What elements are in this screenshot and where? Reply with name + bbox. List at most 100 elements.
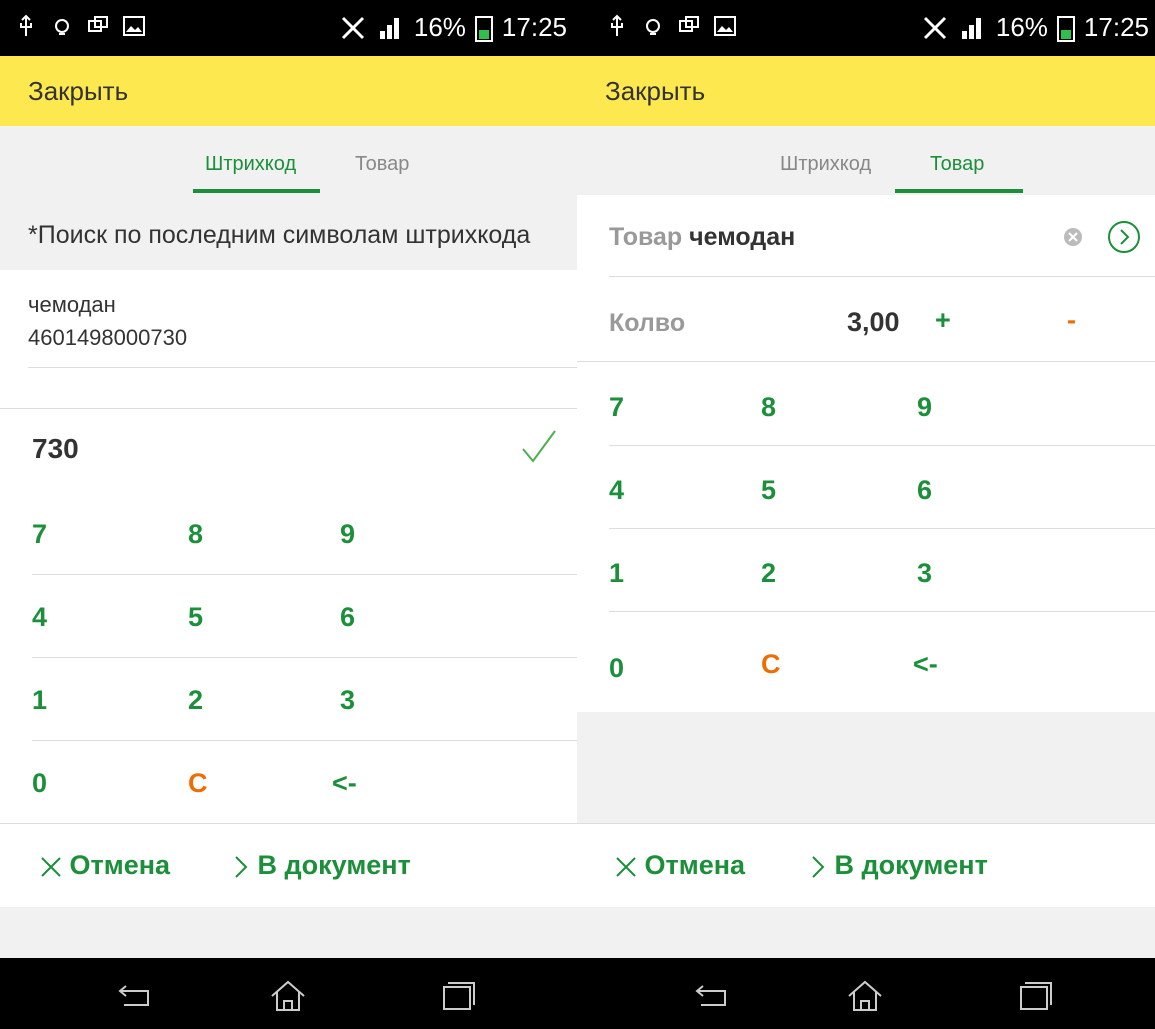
empty-area (577, 712, 1155, 823)
battery-percent: 16% (413, 12, 466, 42)
bulb-icon (55, 19, 69, 35)
key-9[interactable]: 9 (340, 519, 355, 550)
chevron-circle-right-icon[interactable] (1107, 220, 1141, 254)
key-3[interactable]: 3 (340, 685, 355, 716)
divider (28, 367, 577, 368)
key-2[interactable]: 2 (188, 685, 203, 716)
close-button[interactable]: Закрыть (28, 76, 128, 107)
top-bar: Закрыть (577, 56, 1155, 126)
barcode-input-value: 730 (32, 433, 79, 464)
key-0[interactable]: 0 (609, 653, 624, 684)
recent-apps-icon[interactable] (1015, 978, 1055, 1012)
active-tab-indicator (895, 189, 1023, 193)
check-icon[interactable] (519, 427, 559, 467)
image-icon (714, 16, 736, 36)
key-1[interactable]: 1 (32, 685, 47, 716)
tab-product[interactable]: Товар (355, 153, 409, 176)
back-icon[interactable] (693, 978, 733, 1012)
signal-icon (379, 17, 399, 39)
status-bar: 16% 17:25 (0, 0, 577, 56)
result-barcode: 4601498000730 (28, 325, 188, 350)
usb-icon (20, 14, 32, 36)
to-document-button[interactable]: В документ (809, 850, 988, 881)
recent-apps-icon[interactable] (438, 978, 478, 1012)
hint-text: *Поиск по последним символам штрихкода (28, 221, 531, 249)
key-5[interactable]: 5 (761, 475, 776, 506)
product-label: Товар чемодан (609, 223, 795, 252)
keypad-row: 7 8 9 (609, 362, 1155, 446)
status-bar: 16% 17:25 (577, 0, 1155, 56)
close-icon (41, 857, 61, 877)
key-9[interactable]: 9 (917, 392, 932, 423)
vibrate-off-icon (923, 16, 946, 39)
clear-icon[interactable] (1063, 227, 1083, 247)
product-value: чемодан (689, 223, 796, 251)
cancel-button[interactable]: Отмена (40, 850, 170, 881)
search-hint: *Поиск по последним символам штрихкода (0, 195, 577, 270)
clock: 17:25 (501, 12, 567, 42)
barcode-input-row[interactable]: 730 (0, 408, 577, 492)
cancel-label: Отмена (69, 850, 171, 880)
footer-spacer (0, 907, 577, 958)
top-bar: Закрыть (0, 56, 577, 126)
tab-product[interactable]: Товар (930, 153, 984, 176)
clock: 17:25 (1083, 12, 1149, 42)
key-clear[interactable]: C (188, 768, 208, 799)
key-6[interactable]: 6 (340, 602, 355, 633)
tab-barcode[interactable]: Штрихкод (205, 153, 296, 176)
status-icons-left (605, 14, 737, 38)
action-bar: Отмена В документ (577, 823, 1155, 909)
product-field[interactable]: Товар чемодан (577, 195, 1155, 277)
quantity-plus-button[interactable]: + (935, 305, 951, 336)
back-icon[interactable] (116, 978, 156, 1012)
quantity-value[interactable]: 3,00 (847, 307, 900, 338)
keypad-row: 4 5 6 (32, 574, 577, 658)
to-document-button[interactable]: В документ (232, 850, 411, 881)
keypad-row: 7 8 9 (32, 491, 577, 575)
key-2[interactable]: 2 (761, 558, 776, 589)
key-4[interactable]: 4 (32, 602, 47, 633)
home-icon[interactable] (845, 978, 885, 1012)
key-8[interactable]: 8 (761, 392, 776, 423)
tabs-bar: Штрихкод Товар (0, 126, 577, 195)
key-backspace[interactable]: <- (332, 768, 357, 799)
key-backspace[interactable]: <- (913, 649, 938, 680)
cancel-label: Отмена (644, 850, 746, 880)
key-clear[interactable]: C (761, 649, 781, 680)
close-button[interactable]: Закрыть (605, 76, 705, 107)
bulb-icon (646, 19, 660, 35)
keypad-row: 4 5 6 (609, 445, 1155, 529)
screen-barcode: 16% 17:25 Закрыть Штрихкод Товар *Поиск … (0, 0, 577, 1029)
tabs-bar: Штрихкод Товар (577, 126, 1155, 195)
key-0[interactable]: 0 (32, 768, 47, 799)
to-document-label: В документ (257, 850, 411, 880)
vibrate-off-icon (341, 16, 364, 39)
status-right: 16% 17:25 (338, 12, 567, 43)
chevron-right-icon (812, 856, 825, 878)
key-4[interactable]: 4 (609, 475, 624, 506)
key-6[interactable]: 6 (917, 475, 932, 506)
key-8[interactable]: 8 (188, 519, 203, 550)
windows-icon (88, 16, 108, 32)
nav-bar (0, 958, 577, 1029)
key-3[interactable]: 3 (917, 558, 932, 589)
tab-barcode[interactable]: Штрихкод (780, 153, 871, 176)
home-icon[interactable] (268, 978, 308, 1012)
active-tab-indicator (193, 189, 320, 193)
keypad: 7 8 9 4 5 6 1 2 3 0 C <- (0, 491, 577, 823)
result-name: чемодан (28, 292, 116, 317)
key-7[interactable]: 7 (32, 519, 47, 550)
cancel-button[interactable]: Отмена (615, 850, 745, 881)
close-icon (616, 857, 636, 877)
key-7[interactable]: 7 (609, 392, 624, 423)
quantity-minus-button[interactable]: - (1067, 305, 1076, 336)
screen-product: 16% 17:25 Закрыть Штрихкод Товар Товар ч… (577, 0, 1155, 1029)
search-result-item[interactable]: чемодан 4601498000730 (0, 270, 577, 407)
to-document-label: В документ (834, 850, 988, 880)
chevron-right-icon (235, 856, 248, 878)
screens: 16% 17:25 Закрыть Штрихкод Товар *Поиск … (0, 0, 1155, 1029)
key-1[interactable]: 1 (609, 558, 624, 589)
product-label-text: Товар (609, 223, 683, 251)
nav-bar (577, 958, 1155, 1029)
key-5[interactable]: 5 (188, 602, 203, 633)
